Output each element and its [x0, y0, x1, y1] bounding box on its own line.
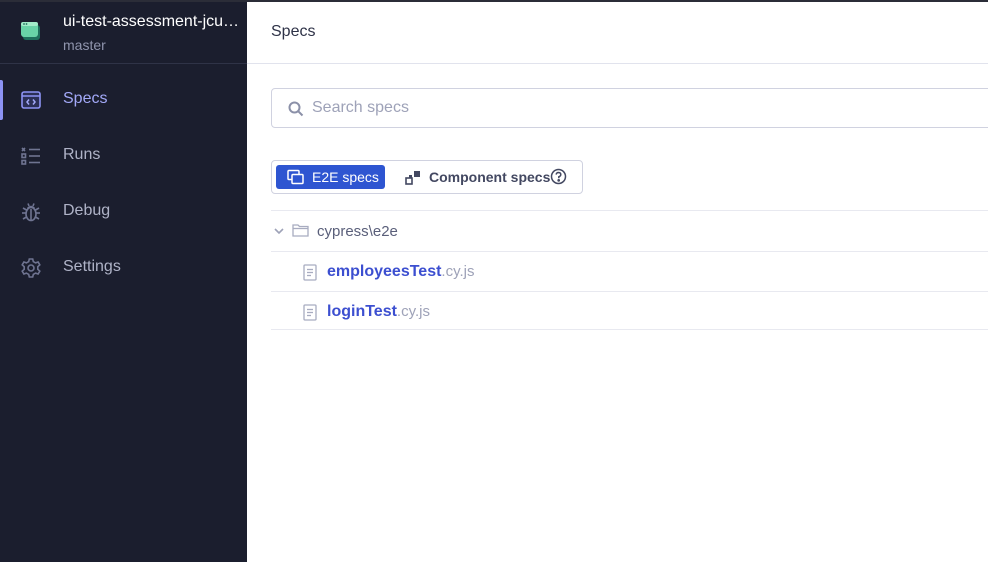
spec-name: loginTest: [327, 303, 397, 320]
testing-type-toggle: E2E specs Component specs: [271, 160, 583, 194]
search-icon: [288, 101, 304, 117]
gear-icon: [21, 258, 41, 278]
project-header[interactable]: ui-test-assessment-jcua... master: [0, 0, 247, 64]
tab-e2e-label: E2E specs: [312, 169, 379, 185]
list-item[interactable]: employeesTest.cy.js: [271, 252, 988, 292]
main-panel: Specs E2E specs Component specs: [247, 0, 988, 562]
sidebar-item-debug[interactable]: Debug: [0, 184, 247, 240]
window-top-border: [0, 0, 988, 2]
sidebar-item-specs[interactable]: Specs: [0, 72, 247, 128]
project-name: ui-test-assessment-jcua...: [63, 13, 245, 30]
sidebar-item-label: Debug: [63, 202, 111, 219]
help-icon[interactable]: [550, 168, 567, 185]
spec-extension: .cy.js: [396, 303, 430, 320]
page-header: Specs: [247, 0, 988, 64]
search-box[interactable]: [271, 88, 988, 128]
sidebar: ui-test-assessment-jcua... master Specs …: [0, 0, 247, 562]
tab-component-label: Component specs: [429, 169, 551, 185]
folder-icon: [292, 224, 309, 237]
sidebar-item-runs[interactable]: Runs: [0, 128, 247, 184]
file-icon: [303, 304, 317, 321]
spec-link[interactable]: loginTest.cy.js: [327, 303, 430, 321]
list-divider: [271, 329, 988, 330]
sidebar-item-label: Runs: [63, 146, 101, 163]
e2e-icon: [287, 169, 304, 185]
list-item[interactable]: loginTest.cy.js: [271, 292, 988, 332]
tab-component-specs[interactable]: Component specs: [404, 165, 579, 189]
folder-name: cypress\e2e: [317, 223, 398, 240]
project-branch: master: [63, 37, 106, 53]
tab-e2e-specs[interactable]: E2E specs: [276, 165, 385, 189]
file-icon: [303, 264, 317, 281]
project-icon: [21, 22, 40, 40]
runs-icon: [21, 147, 40, 165]
folder-row[interactable]: cypress\e2e: [271, 211, 988, 251]
spec-name: employeesTest: [327, 263, 442, 280]
sidebar-item-settings[interactable]: Settings: [0, 240, 247, 296]
specs-icon: [21, 91, 41, 109]
sidebar-nav: Specs Runs Debug Settings: [0, 72, 247, 296]
search-input[interactable]: [312, 89, 972, 127]
bug-icon: [22, 203, 40, 222]
sidebar-item-label: Specs: [63, 90, 108, 107]
component-icon: [405, 171, 420, 185]
spec-link[interactable]: employeesTest.cy.js: [327, 263, 474, 281]
spec-extension: .cy.js: [441, 263, 475, 280]
chevron-down-icon[interactable]: [273, 225, 285, 237]
sidebar-item-label: Settings: [63, 258, 121, 275]
page-title: Specs: [271, 23, 316, 40]
